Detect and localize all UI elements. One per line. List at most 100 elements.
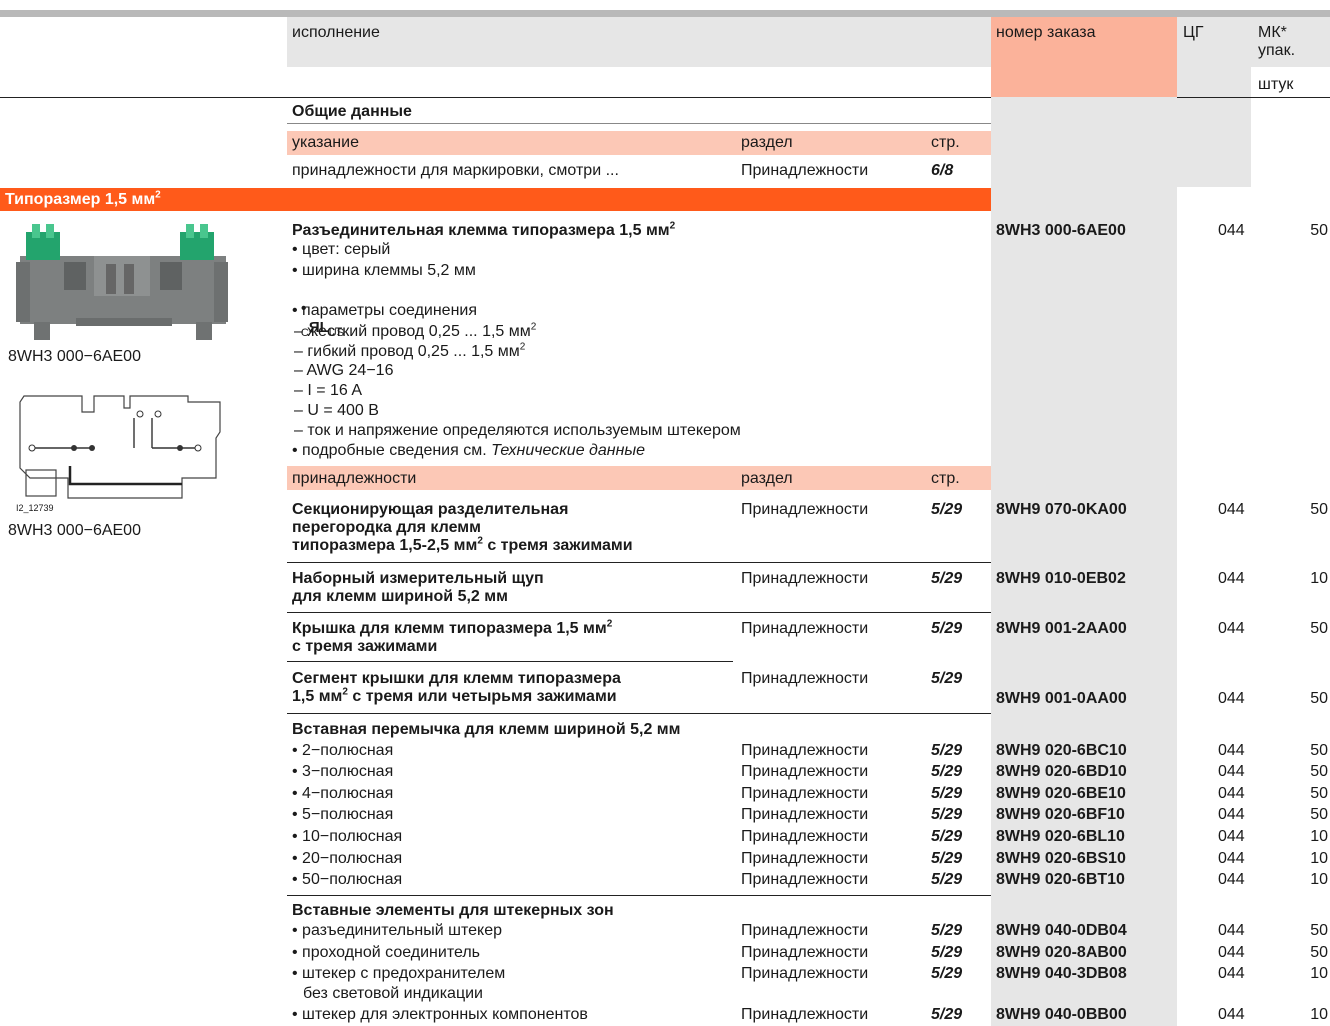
- accessory-pg: 044: [1218, 570, 1245, 587]
- plug-section[interactable]: Принадлежности: [741, 1006, 868, 1024]
- product-width: • ширина клеммы 5,2 мм: [292, 262, 476, 279]
- jumper-section[interactable]: Принадлежности: [741, 806, 868, 824]
- accessory-divider: [287, 713, 991, 714]
- header-execution-bg: [287, 17, 991, 67]
- general-note-header: указание: [292, 134, 359, 151]
- jumper-page[interactable]: 5/29: [931, 742, 962, 760]
- jumper-page[interactable]: 5/29: [931, 871, 962, 889]
- general-page-header: стр.: [931, 134, 960, 151]
- accessory-section[interactable]: Принадлежности: [741, 670, 868, 688]
- rigid-wire-text: – жесткий провод 0,25 ... 1,5 мм: [294, 323, 531, 340]
- accessory-name-sup: 2: [606, 618, 613, 630]
- accessory-name-line2: 1,5 мм2 с тремя или четырьмя зажимами: [292, 687, 617, 706]
- jumper-mk: 50: [1310, 785, 1328, 802]
- plug-mk: 10: [1310, 1006, 1328, 1023]
- plug-mk: 10: [1310, 965, 1328, 982]
- header-order-number: номер заказа: [996, 24, 1096, 41]
- jumper-page[interactable]: 5/29: [931, 785, 962, 803]
- product-title-text: Разъединительная клемма типоразмера 1,5 …: [292, 222, 670, 239]
- jumper-order-number[interactable]: 8WH9 020-6BD10: [996, 763, 1127, 781]
- flex-wire-sup: 2: [519, 341, 526, 353]
- jumper-label: • 3−полюсная: [292, 763, 394, 780]
- accessory-section[interactable]: Принадлежности: [741, 570, 868, 588]
- plug-order-number[interactable]: 8WH9 040-0BB00: [996, 1006, 1127, 1024]
- jumper-page[interactable]: 5/29: [931, 763, 962, 781]
- jumper-label: • 2−полюсная: [292, 742, 394, 759]
- jumper-order-number[interactable]: 8WH9 020-6BS10: [996, 850, 1126, 868]
- accessory-name-line2: с тремя зажимами: [292, 638, 438, 655]
- plug-mk: 50: [1310, 922, 1328, 939]
- flex-wire-text: – гибкий провод 0,25 ... 1,5 мм: [294, 343, 520, 360]
- accessory-mk: 50: [1310, 501, 1328, 518]
- jumper-page[interactable]: 5/29: [931, 806, 962, 824]
- plug-pg: 044: [1218, 922, 1245, 939]
- jumper-page[interactable]: 5/29: [931, 850, 962, 868]
- jumper-order-number[interactable]: 8WH9 020-6BE10: [996, 785, 1126, 803]
- plug-pg: 044: [1218, 944, 1245, 961]
- jumper-order-number[interactable]: 8WH9 020-6BC10: [996, 742, 1127, 760]
- general-row-page[interactable]: 6/8: [931, 162, 953, 180]
- accessory-divider: [287, 562, 991, 563]
- plug-label: • штекер для электронных компонентов: [292, 1006, 588, 1023]
- jumper-pg: 044: [1218, 806, 1245, 823]
- jumper-section[interactable]: Принадлежности: [741, 871, 868, 889]
- jumper-order-number[interactable]: 8WH9 020-6BF10: [996, 806, 1125, 824]
- jumper-order-number[interactable]: 8WH9 020-6BT10: [996, 871, 1125, 889]
- plug-page[interactable]: 5/29: [931, 965, 962, 983]
- header-pg: ЦГ: [1183, 24, 1204, 41]
- plug-section[interactable]: Принадлежности: [741, 944, 868, 962]
- product-order-number[interactable]: 8WH3 000-6AE00: [996, 222, 1126, 240]
- product-title: Разъединительная клемма типоразмера 1,5 …: [292, 221, 675, 240]
- header-execution: исполнение: [292, 24, 380, 41]
- technical-data-link[interactable]: Технические данные: [491, 442, 645, 459]
- accessory-mk: 50: [1310, 620, 1328, 637]
- product-current: – I = 16 A: [294, 382, 363, 399]
- product-note: – ток и напряжение определяются использу…: [294, 422, 741, 439]
- general-rule: [287, 123, 991, 124]
- accessory-section[interactable]: Принадлежности: [741, 620, 868, 638]
- jumper-section[interactable]: Принадлежности: [741, 742, 868, 760]
- accessory-name-line2-end: с тремя или четырьмя зажимами: [347, 688, 617, 705]
- terminal-diagram: [19, 395, 221, 499]
- product-pg: 044: [1218, 222, 1245, 239]
- product-mk: 50: [1310, 222, 1328, 239]
- accessory-order-number[interactable]: 8WH9 010-0EB02: [996, 570, 1126, 588]
- accessory-page[interactable]: 5/29: [931, 570, 962, 588]
- jumper-page[interactable]: 5/29: [931, 828, 962, 846]
- general-row-section[interactable]: Принадлежности: [741, 162, 868, 180]
- plug-order-number[interactable]: 8WH9 020-8AB00: [996, 944, 1127, 962]
- accessory-page[interactable]: 5/29: [931, 670, 962, 688]
- jumper-section[interactable]: Принадлежности: [741, 850, 868, 868]
- accessory-page[interactable]: 5/29: [931, 501, 962, 519]
- accessory-mk: 10: [1310, 570, 1328, 587]
- plug-label-line2: без световой индикации: [303, 985, 483, 1002]
- plug-mk: 50: [1310, 944, 1328, 961]
- jumper-section[interactable]: Принадлежности: [741, 828, 868, 846]
- jumper-section[interactable]: Принадлежности: [741, 763, 868, 781]
- accessory-order-number[interactable]: 8WH9 001-2AA00: [996, 620, 1127, 638]
- plug-page[interactable]: 5/29: [931, 944, 962, 962]
- plugs-title: Вставные элементы для штекерных зон: [292, 902, 614, 919]
- jumper-mk: 10: [1310, 850, 1328, 867]
- accessory-page[interactable]: 5/29: [931, 620, 962, 638]
- accessory-name-line2: перегородка для клемм: [292, 519, 481, 536]
- accessory-order-number[interactable]: 8WH9 070-0KA00: [996, 501, 1127, 519]
- jumper-mk: 10: [1310, 871, 1328, 888]
- accessory-name: Наборный измерительный щуп: [292, 570, 544, 587]
- plug-order-number[interactable]: 8WH9 040-3DB08: [996, 965, 1127, 983]
- plug-section[interactable]: Принадлежности: [741, 965, 868, 983]
- plug-page[interactable]: 5/29: [931, 922, 962, 940]
- jumper-section[interactable]: Принадлежности: [741, 785, 868, 803]
- jumper-label: • 20−полюсная: [292, 850, 403, 867]
- plug-page[interactable]: 5/29: [931, 1006, 962, 1024]
- header-mk-pack: упак.: [1258, 42, 1296, 59]
- jumper-pg: 044: [1218, 850, 1245, 867]
- plug-order-number[interactable]: 8WH9 040-0DB04: [996, 922, 1127, 940]
- plug-section[interactable]: Принадлежности: [741, 922, 868, 940]
- accessory-pg: 044: [1218, 501, 1245, 518]
- rigid-wire-sup: 2: [530, 321, 537, 333]
- jumper-order-number[interactable]: 8WH9 020-6BL10: [996, 828, 1125, 846]
- plug-label: • штекер с предохранителем: [292, 965, 506, 982]
- accessory-order-number[interactable]: 8WH9 001-0AA00: [996, 690, 1127, 708]
- accessory-section[interactable]: Принадлежности: [741, 501, 868, 519]
